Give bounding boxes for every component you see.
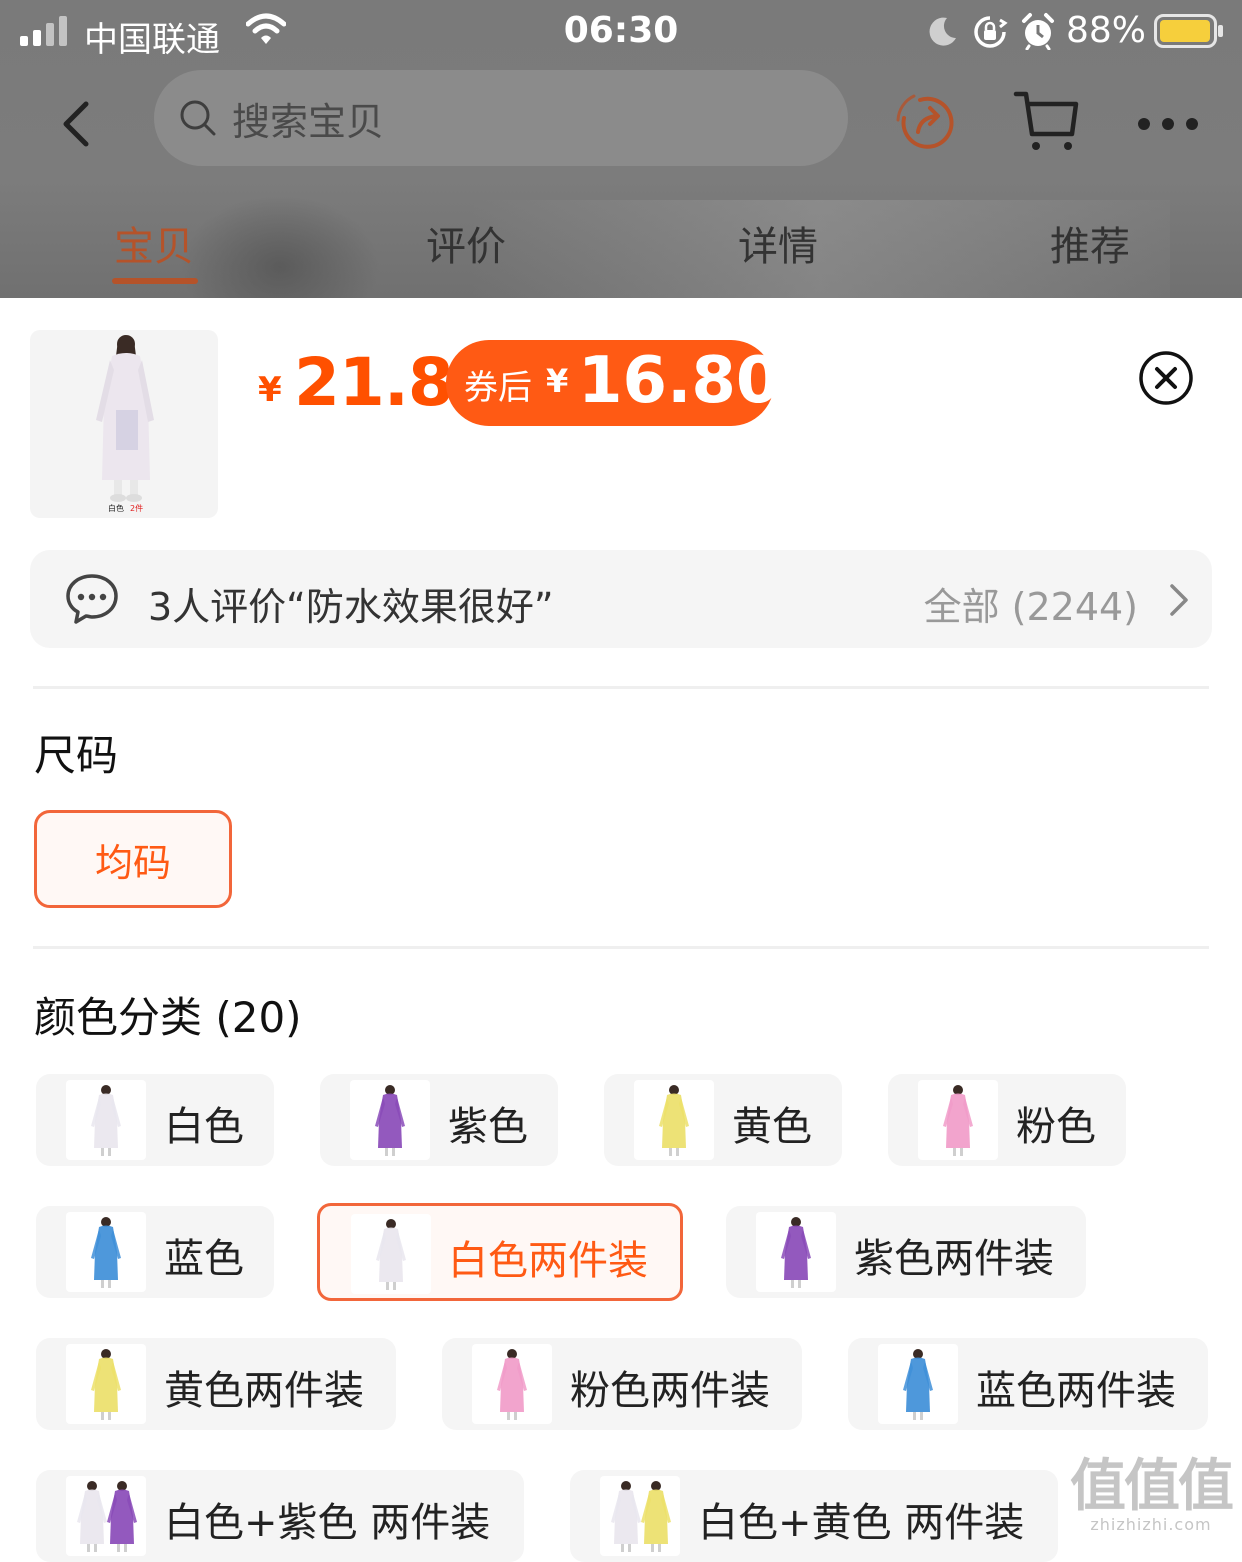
divider [33,686,1209,689]
color-option-label: 白色两件装 [448,1238,648,1284]
sku-selection-sheet: 白色 2件 ¥ 21.8 券后 ¥ 16.80 3人评价“防水效果很好” 全部 … [0,298,1242,1562]
color-option[interactable]: 白色+黄色 两件装 [570,1470,1058,1562]
tab-reviews[interactable]: 评价 [426,214,506,272]
color-thumbnail [878,1344,958,1424]
review-highlight: 3人评价“防水效果很好” [148,585,554,629]
navigation-bar: 搜索宝贝 [0,64,1242,192]
size-section-title: 尺码 [34,731,119,780]
color-option-label: 紫色 [448,1104,528,1150]
color-option[interactable]: 紫色 [320,1074,558,1166]
coupon-label: 券后 [464,368,532,408]
more-icon[interactable] [1136,116,1200,132]
status-bar: 中国联通 06:30 88% [0,0,1242,64]
color-option[interactable]: 白色 [36,1074,274,1166]
divider [33,946,1209,949]
coupon-price: 16.80 [578,344,781,418]
color-option-label: 紫色两件装 [854,1236,1054,1282]
active-tab-indicator [112,278,198,284]
rotation-lock-icon [974,16,1008,48]
color-option-label: 黄色两件装 [164,1368,364,1414]
color-option[interactable]: 蓝色两件装 [848,1338,1208,1430]
color-thumbnail [472,1344,552,1424]
review-summary-bar[interactable]: 3人评价“防水效果很好” 全部 (2244) [30,550,1212,648]
color-option-label: 粉色两件装 [570,1368,770,1414]
size-option-one-size[interactable]: 均码 [34,810,232,908]
color-option[interactable]: 紫色两件装 [726,1206,1086,1298]
color-option-label: 粉色 [1016,1104,1096,1150]
close-icon[interactable] [1138,350,1194,406]
watermark-logo: 值值值 [1070,1454,1234,1519]
color-option-label: 蓝色两件装 [976,1368,1176,1414]
search-placeholder: 搜索宝贝 [232,99,385,144]
alarm-icon [1022,13,1054,50]
color-thumbnail [756,1212,836,1292]
raincoat-image: 白色 2件 [96,335,154,513]
tab-recommend[interactable]: 推荐 [1050,214,1130,272]
color-option[interactable]: 白色+紫色 两件装 [36,1470,524,1562]
color-option[interactable]: 粉色两件装 [442,1338,802,1430]
search-box[interactable]: 搜索宝贝 [154,70,848,166]
color-thumbnail [66,1212,146,1292]
tab-details[interactable]: 详情 [738,214,818,272]
color-option-selected[interactable]: 白色两件装 [317,1203,683,1301]
color-thumbnail [66,1476,146,1556]
chevron-right-icon [1170,584,1188,616]
color-thumbnail [918,1080,998,1160]
color-option-label: 蓝色 [164,1236,244,1282]
color-thumbnail [600,1476,680,1556]
color-option[interactable]: 黄色两件装 [36,1338,396,1430]
coupon-currency: ¥ [546,362,569,400]
price-value: 21.8 [294,344,454,421]
battery-icon [1154,14,1223,48]
color-option-label: 白色+紫色 两件装 [164,1500,491,1546]
color-thumbnail [66,1080,146,1160]
watermark: 值值值 zhizhizhi.com [1070,1454,1234,1535]
chat-bubble-icon [66,574,118,624]
search-icon [180,100,216,136]
battery-percent: 88% [1066,10,1147,51]
cart-icon[interactable] [1012,88,1082,154]
svg-text:2件: 2件 [130,503,143,513]
color-thumbnail [66,1344,146,1424]
all-reviews-link[interactable]: 全部 (2244) [924,576,1138,631]
product-thumbnail[interactable]: 白色 2件 [30,330,218,518]
price-currency: ¥ [258,370,282,410]
color-thumbnail [350,1080,430,1160]
watermark-url: zhizhizhi.com [1090,1515,1212,1534]
color-thumbnail [634,1080,714,1160]
moon-icon [929,17,956,46]
back-icon[interactable] [56,98,96,150]
color-section-title: 颜色分类 (20) [34,993,302,1042]
color-option-label: 白色+黄色 两件装 [698,1500,1025,1546]
color-option[interactable]: 蓝色 [36,1206,274,1298]
share-icon[interactable] [894,90,960,156]
color-option[interactable]: 黄色 [604,1074,842,1166]
dimmed-page-background[interactable]: 中国联通 06:30 88% 搜索宝贝 宝贝 评价 详情 推荐 [0,0,1242,298]
svg-text:白色: 白色 [108,503,124,513]
color-thumbnail [351,1214,431,1294]
tab-bar: 宝贝 评价 详情 推荐 [0,192,1242,298]
color-option-label: 黄色 [732,1104,812,1150]
color-option-label: 白色 [164,1104,244,1150]
color-option[interactable]: 粉色 [888,1074,1126,1166]
coupon-price-badge: 券后 ¥ 16.80 [446,340,780,426]
tab-item[interactable]: 宝贝 [114,214,194,272]
